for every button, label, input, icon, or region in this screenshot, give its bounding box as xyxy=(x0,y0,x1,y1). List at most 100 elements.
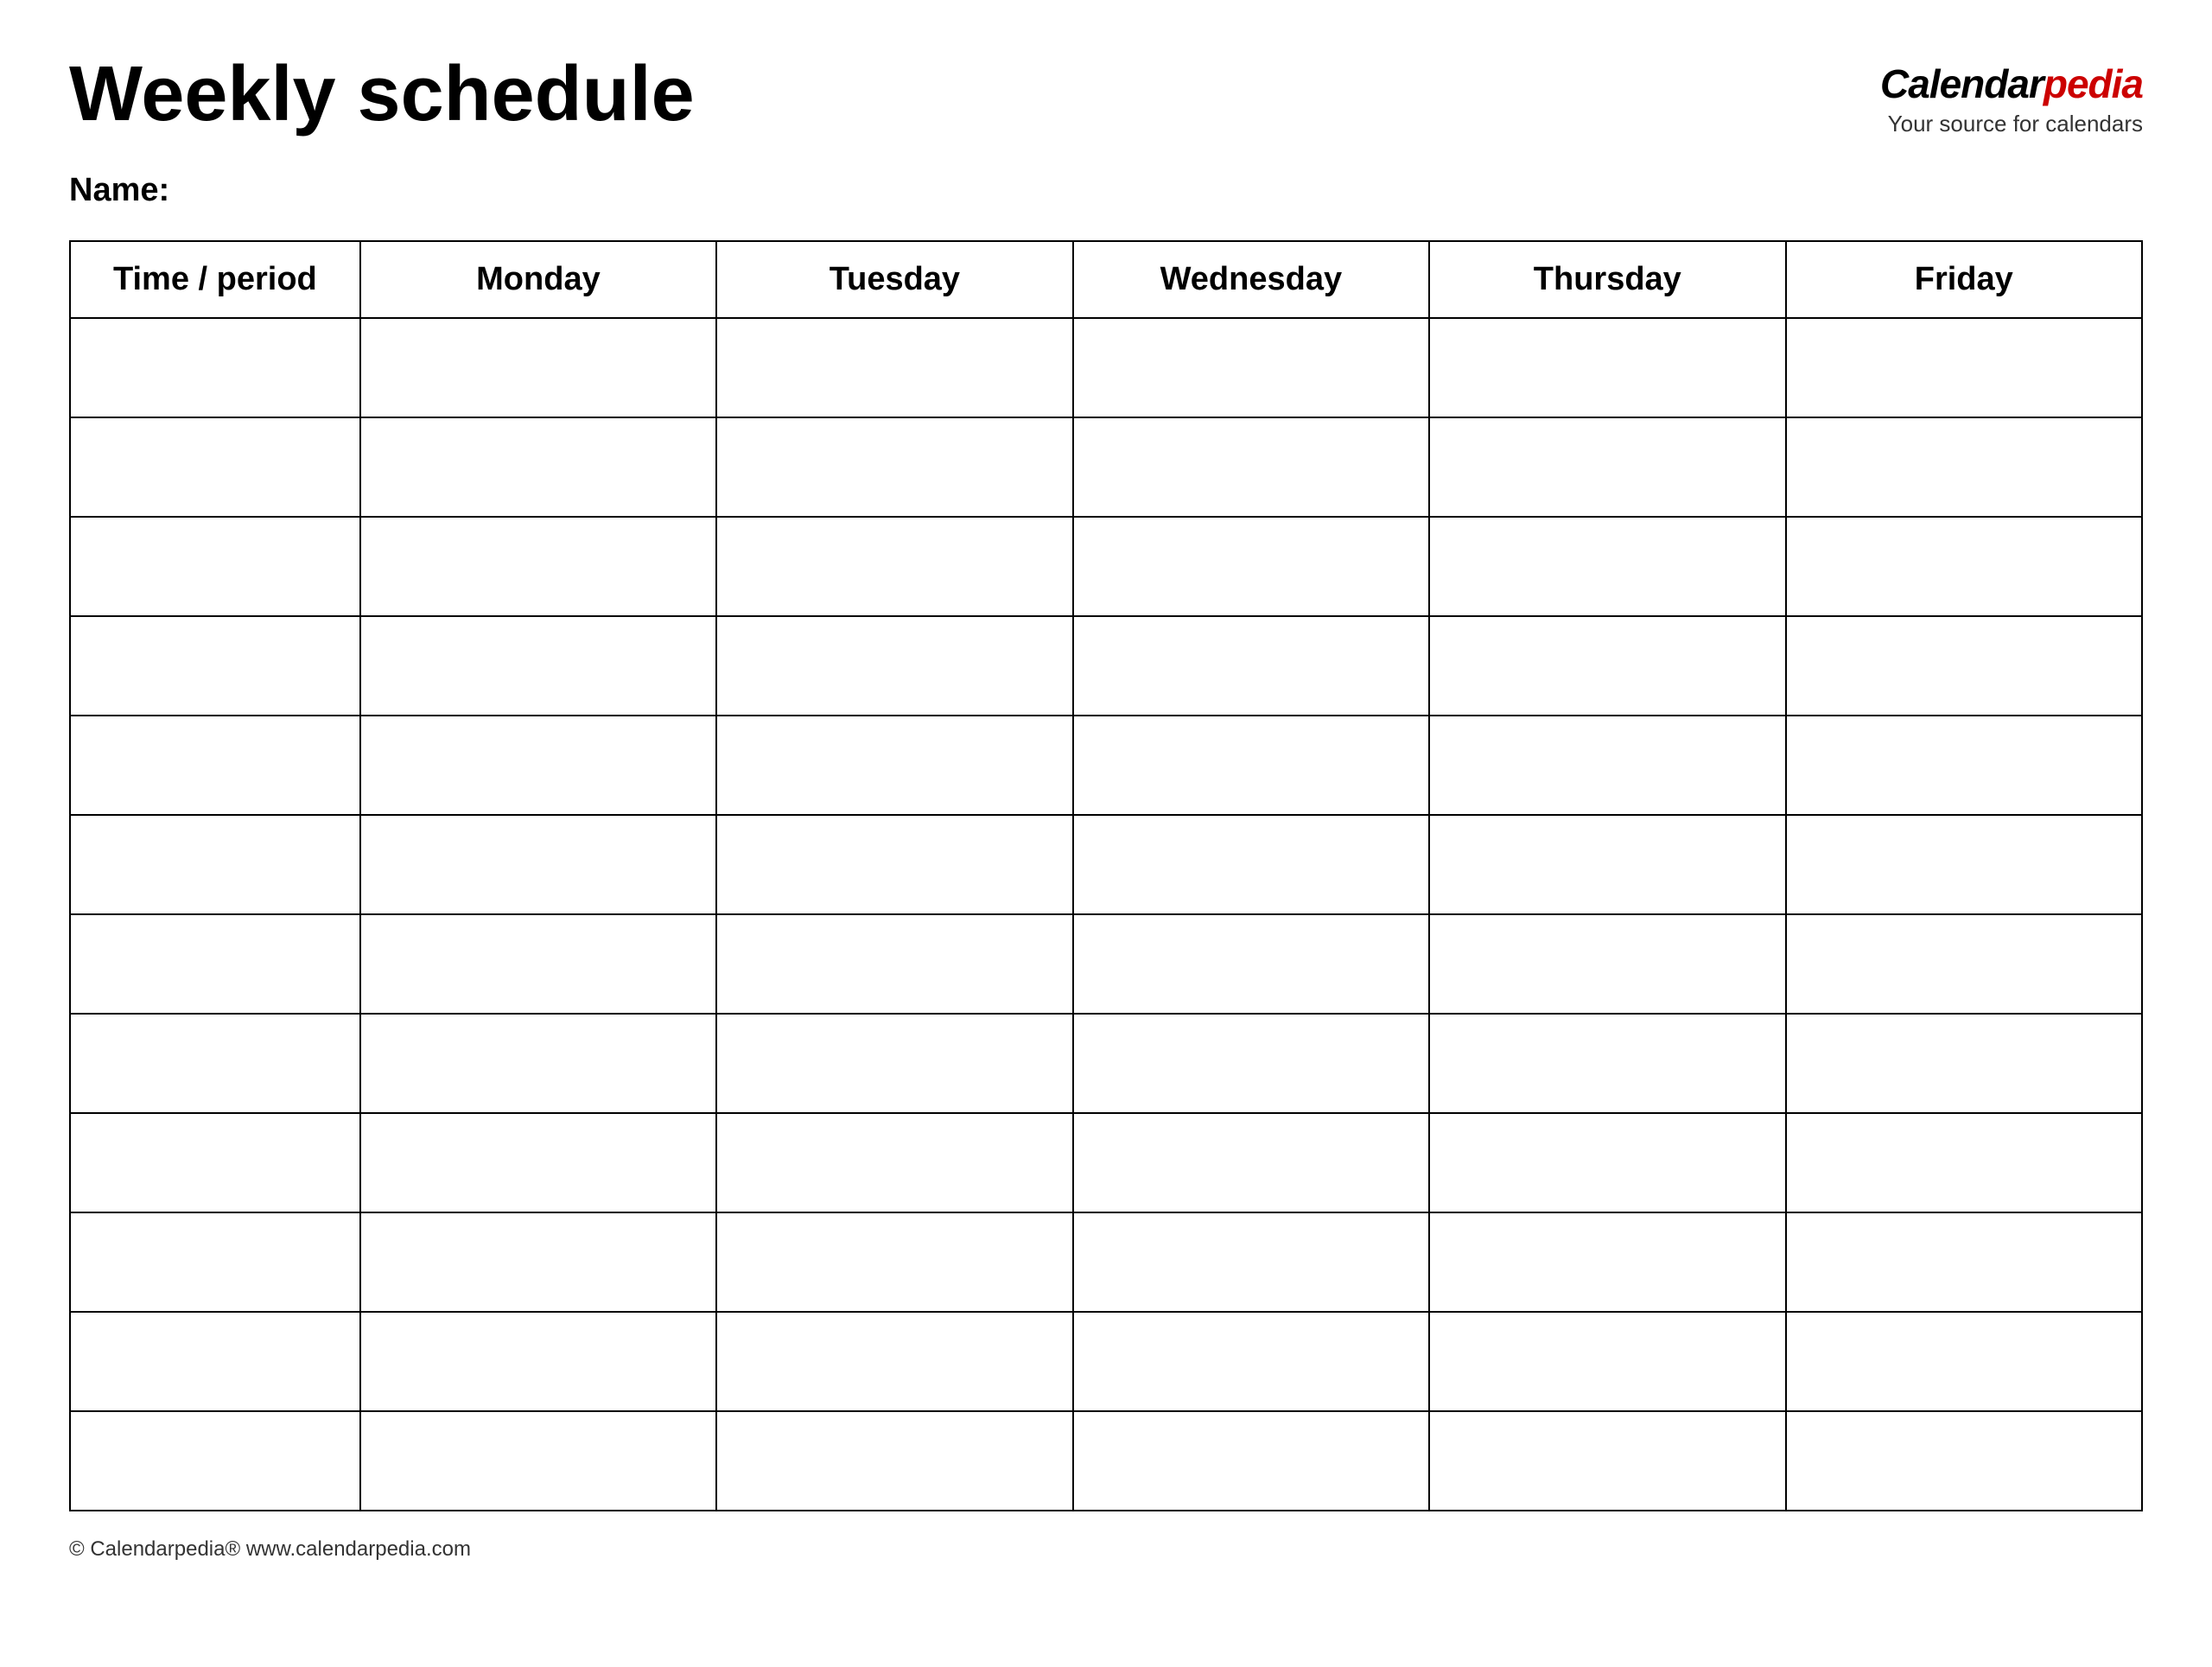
table-cell[interactable] xyxy=(1429,815,1785,914)
page-title: Weekly schedule xyxy=(69,52,695,137)
table-cell[interactable] xyxy=(360,1113,716,1212)
table-row xyxy=(70,517,2142,616)
table-cell[interactable] xyxy=(360,417,716,517)
table-row xyxy=(70,815,2142,914)
name-section: Name: xyxy=(69,172,2143,209)
logo-calendar-part: Calendar xyxy=(1880,61,2044,106)
table-row xyxy=(70,1312,2142,1411)
table-cell[interactable] xyxy=(70,417,360,517)
table-cell[interactable] xyxy=(1429,1411,1785,1511)
table-cell[interactable] xyxy=(1429,417,1785,517)
table-cell[interactable] xyxy=(1073,616,1429,716)
table-cell[interactable] xyxy=(70,1411,360,1511)
table-cell[interactable] xyxy=(360,716,716,815)
table-cell[interactable] xyxy=(360,1411,716,1511)
col-header-tuesday: Tuesday xyxy=(716,241,1072,318)
table-cell[interactable] xyxy=(1073,716,1429,815)
table-row xyxy=(70,1014,2142,1113)
table-cell[interactable] xyxy=(1786,616,2142,716)
table-cell[interactable] xyxy=(1786,1113,2142,1212)
table-row xyxy=(70,616,2142,716)
table-cell[interactable] xyxy=(716,318,1072,417)
table-cell[interactable] xyxy=(1429,318,1785,417)
table-cell[interactable] xyxy=(716,1411,1072,1511)
table-cell[interactable] xyxy=(716,417,1072,517)
table-cell[interactable] xyxy=(70,1312,360,1411)
table-cell[interactable] xyxy=(716,1014,1072,1113)
col-header-wednesday: Wednesday xyxy=(1073,241,1429,318)
table-header-row: Time / period Monday Tuesday Wednesday T… xyxy=(70,241,2142,318)
table-cell[interactable] xyxy=(1786,1312,2142,1411)
logo-pedia-part: pedia xyxy=(2044,61,2143,106)
table-cell[interactable] xyxy=(70,517,360,616)
table-row xyxy=(70,1411,2142,1511)
table-cell[interactable] xyxy=(1429,1312,1785,1411)
table-cell[interactable] xyxy=(1073,1212,1429,1312)
table-cell[interactable] xyxy=(1786,1411,2142,1511)
table-cell[interactable] xyxy=(1429,1212,1785,1312)
table-cell[interactable] xyxy=(1073,517,1429,616)
table-cell[interactable] xyxy=(70,815,360,914)
table-cell[interactable] xyxy=(1786,417,2142,517)
table-cell[interactable] xyxy=(1786,815,2142,914)
table-cell[interactable] xyxy=(716,815,1072,914)
table-cell[interactable] xyxy=(70,318,360,417)
table-cell[interactable] xyxy=(1429,1113,1785,1212)
table-cell[interactable] xyxy=(360,517,716,616)
table-cell[interactable] xyxy=(716,914,1072,1014)
name-label: Name: xyxy=(69,172,169,208)
table-cell[interactable] xyxy=(360,1014,716,1113)
col-header-friday: Friday xyxy=(1786,241,2142,318)
table-cell[interactable] xyxy=(1073,1312,1429,1411)
table-cell[interactable] xyxy=(360,914,716,1014)
page-header: Weekly schedule Calendarpedia Your sourc… xyxy=(69,52,2143,137)
table-cell[interactable] xyxy=(716,716,1072,815)
table-cell[interactable] xyxy=(70,1212,360,1312)
table-cell[interactable] xyxy=(70,1014,360,1113)
table-cell[interactable] xyxy=(1429,1014,1785,1113)
schedule-table: Time / period Monday Tuesday Wednesday T… xyxy=(69,240,2143,1511)
table-cell[interactable] xyxy=(1786,914,2142,1014)
table-cell[interactable] xyxy=(716,1212,1072,1312)
table-cell[interactable] xyxy=(1786,517,2142,616)
table-cell[interactable] xyxy=(70,1113,360,1212)
table-cell[interactable] xyxy=(360,616,716,716)
footer: © Calendarpedia® www.calendarpedia.com xyxy=(69,1537,2143,1562)
table-row xyxy=(70,716,2142,815)
table-cell[interactable] xyxy=(716,517,1072,616)
table-cell[interactable] xyxy=(1073,914,1429,1014)
table-cell[interactable] xyxy=(716,616,1072,716)
table-cell[interactable] xyxy=(1429,914,1785,1014)
table-cell[interactable] xyxy=(70,914,360,1014)
table-cell[interactable] xyxy=(1429,616,1785,716)
table-cell[interactable] xyxy=(1073,1411,1429,1511)
table-cell[interactable] xyxy=(1786,1014,2142,1113)
table-cell[interactable] xyxy=(1073,318,1429,417)
table-cell[interactable] xyxy=(1786,318,2142,417)
table-cell[interactable] xyxy=(1786,716,2142,815)
table-row xyxy=(70,914,2142,1014)
table-cell[interactable] xyxy=(360,318,716,417)
table-cell[interactable] xyxy=(1429,716,1785,815)
logo: Calendarpedia xyxy=(1880,60,2143,107)
col-header-thursday: Thursday xyxy=(1429,241,1785,318)
table-cell[interactable] xyxy=(360,815,716,914)
table-cell[interactable] xyxy=(716,1312,1072,1411)
table-cell[interactable] xyxy=(1786,1212,2142,1312)
table-cell[interactable] xyxy=(360,1212,716,1312)
table-cell[interactable] xyxy=(360,1312,716,1411)
table-cell[interactable] xyxy=(1073,815,1429,914)
table-row xyxy=(70,1113,2142,1212)
logo-area: Calendarpedia Your source for calendars xyxy=(1880,52,2143,137)
table-row xyxy=(70,318,2142,417)
logo-tagline: Your source for calendars xyxy=(1880,111,2143,137)
table-cell[interactable] xyxy=(1429,517,1785,616)
table-row xyxy=(70,1212,2142,1312)
table-cell[interactable] xyxy=(716,1113,1072,1212)
table-cell[interactable] xyxy=(70,616,360,716)
table-cell[interactable] xyxy=(1073,417,1429,517)
table-cell[interactable] xyxy=(1073,1113,1429,1212)
table-cell[interactable] xyxy=(1073,1014,1429,1113)
table-cell[interactable] xyxy=(70,716,360,815)
footer-text: © Calendarpedia® www.calendarpedia.com xyxy=(69,1537,471,1561)
